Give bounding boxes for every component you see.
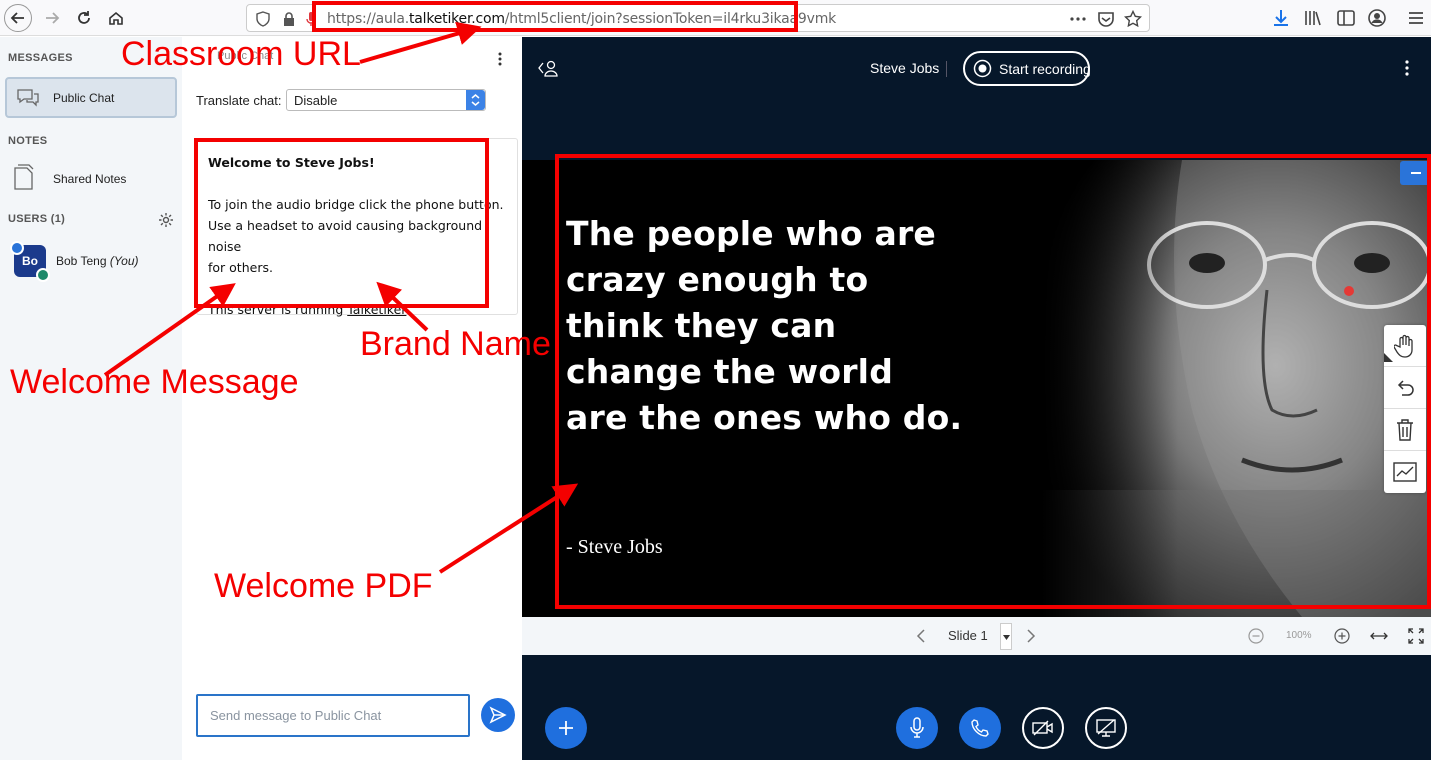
shield-icon <box>256 11 270 27</box>
forward-button[interactable] <box>38 4 66 32</box>
welcome-message-highlight <box>194 138 489 308</box>
select-chevron-icon <box>466 90 485 110</box>
slide-toolbar: Slide 1 100% <box>522 617 1431 655</box>
notes-section-title: NOTES <box>8 135 48 147</box>
reload-button[interactable] <box>70 4 98 32</box>
mic-badge-icon <box>36 268 50 282</box>
annotation-classroom-url: Classroom URL <box>121 35 361 73</box>
arrow-right-icon <box>46 12 60 24</box>
download-icon[interactable] <box>1271 8 1291 28</box>
users-section-title: USERS (1) <box>8 213 66 225</box>
translate-select[interactable]: Disable <box>286 89 486 111</box>
microphone-button[interactable] <box>896 707 938 749</box>
presenter-badge-icon <box>10 241 24 255</box>
microphone-icon <box>910 717 924 738</box>
options-kebab-icon[interactable] <box>1405 60 1409 76</box>
zoom-in-icon[interactable] <box>1334 628 1350 644</box>
reload-icon <box>78 11 90 24</box>
gear-icon[interactable] <box>158 212 174 228</box>
divider <box>946 61 947 77</box>
annotation-welcome-pdf: Welcome PDF <box>214 567 433 605</box>
annotation-brand-name: Brand Name <box>360 325 551 363</box>
classroom-url-highlight <box>312 1 798 32</box>
translate-select-value: Disable <box>294 93 338 108</box>
document-icon <box>14 164 34 190</box>
you-tag: (You) <box>109 254 139 268</box>
screenshare-button[interactable] <box>1085 707 1127 749</box>
home-icon <box>109 11 123 25</box>
fit-width-icon[interactable] <box>1370 630 1388 642</box>
kebab-menu-icon[interactable] <box>498 52 502 66</box>
menu-icon[interactable] <box>1406 8 1426 28</box>
camera-button[interactable] <box>1022 707 1064 749</box>
start-recording-button[interactable]: Start recording <box>963 51 1091 86</box>
record-icon <box>973 59 992 78</box>
slide-selector[interactable]: Slide 1 <box>948 628 988 643</box>
arrow-left-icon <box>10 12 24 24</box>
slide-dropdown-button[interactable] <box>1000 623 1012 650</box>
phone-icon <box>971 719 989 737</box>
welcome-pdf-highlight <box>555 154 1431 609</box>
sidebar-toggle-icon[interactable] <box>1336 8 1356 28</box>
sidebar-item-label: Public Chat <box>53 91 115 105</box>
chevron-left-icon[interactable] <box>916 628 926 644</box>
screenshare-off-icon <box>1096 719 1116 737</box>
meeting-title: Steve Jobs <box>870 60 940 76</box>
account-icon[interactable] <box>1367 8 1387 28</box>
fullscreen-icon[interactable] <box>1408 628 1424 644</box>
back-button[interactable] <box>4 4 32 32</box>
lock-icon <box>284 12 294 26</box>
bookmark-star-icon[interactable] <box>1124 10 1142 28</box>
actions-plus-button[interactable] <box>545 707 587 749</box>
phone-button[interactable] <box>959 707 1001 749</box>
toggle-userlist-icon[interactable] <box>538 59 560 77</box>
sidebar-item-public-chat[interactable]: Public Chat <box>5 77 177 118</box>
annotation-welcome-message: Welcome Message <box>10 363 299 401</box>
send-icon <box>489 706 507 724</box>
chat-bubbles-icon <box>17 89 39 107</box>
record-label: Start recording <box>999 61 1091 77</box>
sidebar-item-shared-notes[interactable]: Shared Notes <box>5 161 177 199</box>
pocket-icon[interactable] <box>1097 10 1115 28</box>
chevron-right-icon[interactable] <box>1026 628 1036 644</box>
translate-label: Translate chat: <box>196 93 282 108</box>
home-button[interactable] <box>102 4 130 32</box>
library-icon[interactable] <box>1303 8 1323 28</box>
plus-icon <box>559 721 573 735</box>
zoom-out-icon[interactable] <box>1248 628 1264 644</box>
user-name: Bob Teng (You) <box>56 254 139 268</box>
zoom-level: 100% <box>1286 630 1312 641</box>
sidebar-item-label: Shared Notes <box>53 172 127 186</box>
caret-down-icon <box>1003 635 1010 640</box>
messages-section-title: MESSAGES <box>8 52 73 64</box>
message-input[interactable]: Send message to Public Chat <box>196 694 470 737</box>
send-button[interactable] <box>481 698 515 732</box>
camera-off-icon <box>1032 720 1053 736</box>
user-name-text: Bob Teng <box>56 254 107 268</box>
more-actions-icon[interactable] <box>1069 10 1087 28</box>
